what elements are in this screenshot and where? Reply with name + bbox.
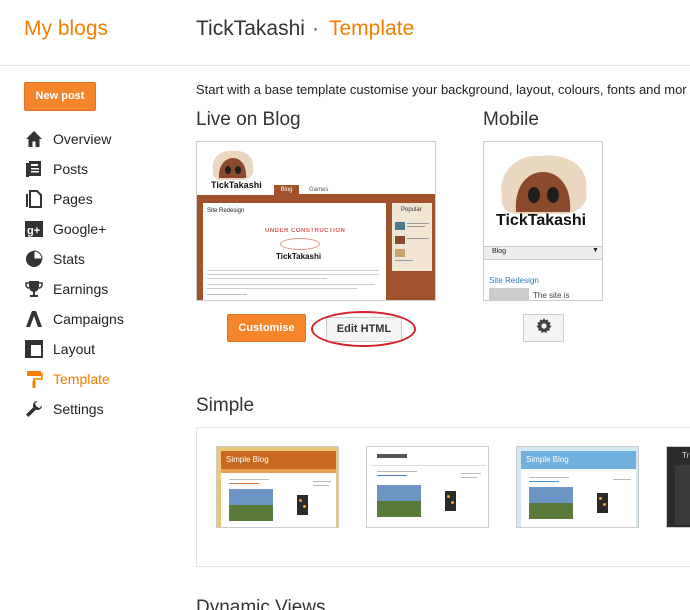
template-title: Simple Blog	[226, 455, 269, 464]
blog-mascot-image	[212, 150, 254, 181]
pages-icon	[24, 189, 44, 209]
header: My blogs TickTakashi · Template	[0, 0, 690, 66]
wrench-icon	[24, 399, 44, 419]
sidebar-item-stats[interactable]: Stats	[24, 244, 174, 274]
sidebar-item-campaigns[interactable]: Campaigns	[24, 304, 174, 334]
intro-text: Start with a base template customise you…	[196, 82, 687, 97]
sidebar-item-label: Template	[53, 371, 110, 387]
live-on-blog-heading: Live on Blog	[196, 109, 301, 130]
sidebar-item-label: Settings	[53, 401, 104, 417]
paint-roller-icon	[24, 369, 44, 389]
mobile-settings-button[interactable]	[523, 314, 564, 342]
live-under-construction: UNDER CONSTRUCTION	[265, 228, 346, 234]
sidebar-item-label: Stats	[53, 251, 85, 267]
dynamic-views-heading: Dynamic Views	[196, 597, 326, 610]
mobile-post-title: Site Redesign	[489, 276, 539, 285]
sidebar-item-pages[interactable]: Pages	[24, 184, 174, 214]
customise-button[interactable]: Customise	[227, 314, 306, 342]
sidebar-item-layout[interactable]: Layout	[24, 334, 174, 364]
live-tab-games: Games	[309, 187, 329, 193]
simple-template-thumb[interactable]: Simple Blog	[216, 446, 339, 528]
sidebar-item-label: Overview	[53, 131, 112, 147]
simple-template-thumb[interactable]: Simple Blog	[516, 446, 639, 528]
sidebar-item-label: Earnings	[53, 281, 109, 297]
sidebar-item-label: Posts	[53, 161, 89, 177]
mobile-nav-arrow-icon: ▼	[592, 247, 599, 254]
sidebar-item-google-plus[interactable]: g+ Google+	[24, 214, 174, 244]
sidebar-item-posts[interactable]: Posts	[24, 154, 174, 184]
sidebar-item-earnings[interactable]: Earnings	[24, 274, 174, 304]
new-post-button[interactable]: New post	[24, 82, 96, 111]
sidebar-nav: Overview Posts Pages g+ Google+ Stats Ea…	[24, 124, 174, 424]
simple-template-thumb[interactable]: Tr	[666, 446, 690, 528]
posts-icon	[24, 159, 44, 179]
title-separator: ·	[312, 17, 319, 40]
sidebar-item-template[interactable]: Template	[24, 364, 174, 394]
mobile-post-snippet: The site is	[533, 291, 570, 300]
my-blogs-link[interactable]: My blogs	[24, 17, 108, 41]
simple-templates-panel: Simple Blog Simple Blog Tr	[196, 427, 690, 567]
sidebar-item-label: Google+	[53, 221, 107, 237]
campaigns-icon	[24, 309, 44, 329]
mobile-heading: Mobile	[483, 109, 539, 130]
blog-name[interactable]: TickTakashi	[196, 17, 305, 41]
mobile-nav-label: Blog	[492, 248, 507, 255]
trophy-icon	[24, 279, 44, 299]
live-post-title: Site Redesign	[207, 208, 245, 214]
sidebar-item-settings[interactable]: Settings	[24, 394, 174, 424]
home-icon	[24, 129, 44, 149]
simple-heading: Simple	[196, 395, 255, 416]
mobile-mascot-image	[501, 155, 587, 215]
sidebar-item-label: Campaigns	[53, 311, 124, 327]
google-plus-icon: g+	[24, 219, 44, 239]
live-popular-title: Popular	[401, 207, 422, 213]
sidebar-item-overview[interactable]: Overview	[24, 124, 174, 154]
live-tab-blog: Blog	[274, 185, 299, 195]
mobile-blog-title: TickTakashi	[496, 212, 587, 229]
live-post-image-title: TickTakashi	[276, 252, 322, 261]
template-title: Simple Blog	[526, 455, 569, 464]
template-title: Tr	[682, 451, 690, 460]
simple-template-thumb[interactable]	[366, 446, 489, 528]
mobile-template-preview[interactable]: TickTakashi Blog ▼ Site Redesign The sit…	[483, 141, 603, 301]
sidebar-item-label: Layout	[53, 341, 96, 357]
live-blog-title: TickTakashi	[211, 180, 262, 190]
layout-icon	[24, 339, 44, 359]
svg-text:g+: g+	[27, 225, 40, 237]
page-title: Template	[329, 17, 415, 40]
pie-chart-icon	[24, 249, 44, 269]
gear-icon	[535, 317, 552, 339]
live-template-preview[interactable]: TickTakashi Blog Games Site Redesign UND…	[196, 141, 436, 301]
sidebar-item-label: Pages	[53, 191, 93, 207]
highlight-circle	[311, 311, 416, 347]
